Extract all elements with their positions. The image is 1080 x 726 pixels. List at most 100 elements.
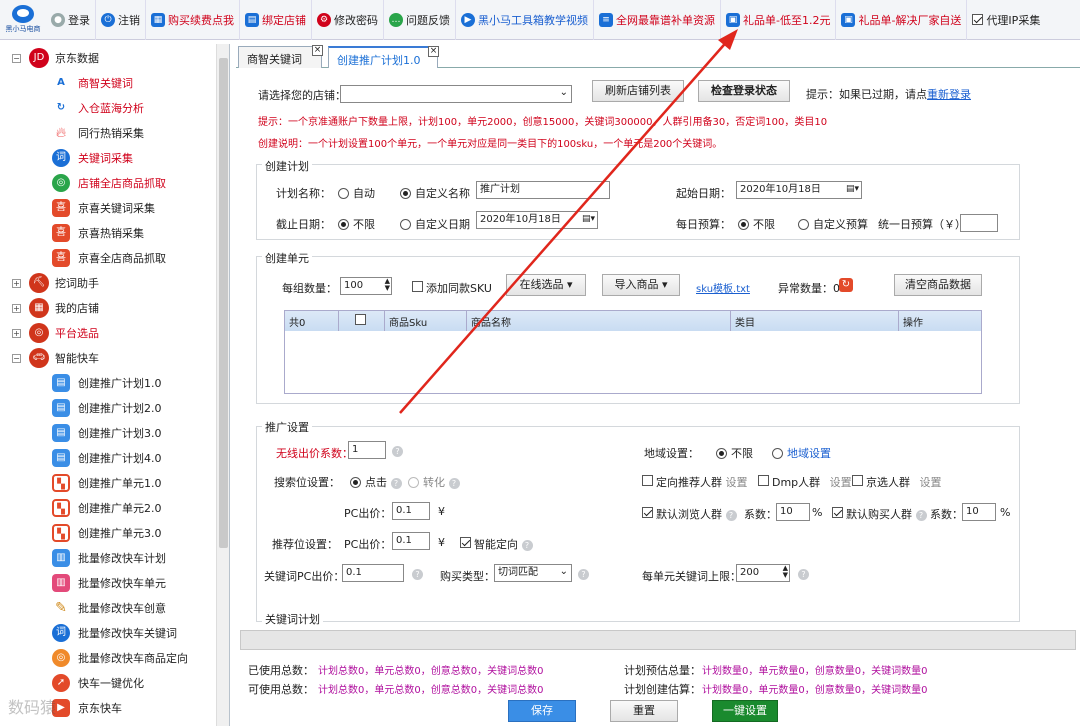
search-pc-bid-input[interactable]: 0.1 xyxy=(392,502,430,520)
kw-limit-stepper[interactable]: 200 ▲ ▼ xyxy=(736,564,790,582)
gift-factory-button[interactable]: ▣ 礼品单-解决厂家自送 xyxy=(836,0,968,40)
sidebar-item-hot[interactable]: 🔥︎ 同行热销采集 xyxy=(52,121,144,145)
tree-group-wordmining[interactable]: + ⛏ 挖词助手 xyxy=(12,271,99,295)
default-buy-checkbox[interactable]: 默认购买人群 ? xyxy=(832,506,927,522)
expand-icon[interactable]: + xyxy=(12,328,21,338)
directed-checkbox[interactable]: 定向推荐人群 设置 xyxy=(642,474,748,490)
collapse-icon[interactable]: − xyxy=(12,53,21,63)
click-radio[interactable]: 点击 ? xyxy=(350,474,402,490)
refresh-shop-button[interactable]: 刷新店铺列表 xyxy=(592,80,684,102)
logout-button[interactable]: ⏻ 注销 xyxy=(96,0,146,40)
recommend-pc-bid-input[interactable]: 0.1 xyxy=(392,532,430,550)
sidebar-item-batch-keyword[interactable]: 词批量修改快车关键词 xyxy=(52,621,177,645)
close-icon[interactable]: × xyxy=(312,45,323,56)
help-icon[interactable]: ? xyxy=(798,569,809,580)
start-date-picker[interactable]: 2020年10月18日 ▤▾ xyxy=(736,181,862,199)
kw-pc-bid-input[interactable]: 0.1 xyxy=(342,564,404,582)
tab-create-plan[interactable]: 创建推广计划1.0 × xyxy=(328,46,439,68)
custom-date-radio[interactable]: 自定义日期 xyxy=(400,216,470,232)
buy-coef-input[interactable]: 10 xyxy=(962,503,996,521)
bind-shop-button[interactable]: ▤ 绑定店铺 xyxy=(240,0,312,40)
sidebar-item-jx-keyword[interactable]: 喜京喜关键词采集 xyxy=(52,196,155,220)
clear-data-button[interactable]: 清空商品数据 xyxy=(894,274,982,296)
sidebar-item-unit2[interactable]: ▚ 创建推广单元2.0 xyxy=(52,496,162,520)
scroll-thumb[interactable] xyxy=(219,58,228,548)
stepper-arrows-icon[interactable]: ▲ ▼ xyxy=(385,278,390,292)
sidebar-item-plan2[interactable]: ▤ 创建推广计划2.0 xyxy=(52,396,162,420)
sidebar-item-warehouse[interactable]: ↻ 入仓蓝海分析 xyxy=(52,96,144,120)
import-button[interactable]: 导入商品 ▾ xyxy=(602,274,680,296)
help-icon[interactable]: ? xyxy=(521,540,533,551)
stepper-arrows-icon[interactable]: ▲ ▼ xyxy=(783,565,788,579)
region-unlimited-radio[interactable]: 不限 xyxy=(716,445,753,461)
best-source-button[interactable]: ≡ 全网最靠谱补单资源 xyxy=(594,0,721,40)
budget-unlimited-radio[interactable]: 不限 xyxy=(738,216,775,232)
sidebar-item-shangzhi[interactable]: A 商智关键词 xyxy=(52,71,133,95)
dmp-setting-link[interactable]: 设置 xyxy=(830,476,852,489)
sidebar-item-shop-grab[interactable]: ◎ 店铺全店商品抓取 xyxy=(52,171,166,195)
sidebar-item-plan3[interactable]: ▤ 创建推广计划3.0 xyxy=(52,421,162,445)
directed-setting-link[interactable]: 设置 xyxy=(726,476,748,489)
browse-coef-input[interactable]: 10 xyxy=(776,503,810,521)
tab-shangzhi[interactable]: 商智关键词 × xyxy=(238,45,323,68)
tree-group-platform[interactable]: + ◎ 平台选品 xyxy=(12,321,99,345)
reset-button[interactable]: 重置 xyxy=(610,700,678,722)
custom-name-radio[interactable]: 自定义名称 xyxy=(400,185,470,201)
help-icon[interactable]: ? xyxy=(390,478,402,489)
help-icon[interactable]: ? xyxy=(392,446,403,457)
proxy-ip-checkbox[interactable]: 代理IP采集 xyxy=(967,0,1045,40)
sidebar-item-plan4[interactable]: ▤ 创建推广计划4.0 xyxy=(52,446,162,470)
refresh-icon[interactable]: ↻ xyxy=(839,278,853,292)
shop-select[interactable]: ⌄ xyxy=(340,85,572,103)
jx-checkbox[interactable]: 京选人群 设置 xyxy=(852,474,942,490)
tree-group-myshop[interactable]: + ▦ 我的店铺 xyxy=(12,296,99,320)
tree-group-kuaiche[interactable]: − 🚗︎ 智能快车 xyxy=(12,346,99,370)
sidebar-item-batch-creative[interactable]: ✎ 批量修改快车创意 xyxy=(52,596,166,620)
region-set-radio[interactable]: 地域设置 xyxy=(772,445,831,461)
video-button[interactable]: ▶ 黑小马工具箱教学视频 xyxy=(456,0,594,40)
online-pick-button[interactable]: 在线选品 ▾ xyxy=(506,274,586,296)
auto-radio[interactable]: 自动 xyxy=(338,185,375,201)
sku-template-link[interactable]: sku模板.txt xyxy=(696,280,750,295)
custom-budget-radio[interactable]: 自定义预算 xyxy=(798,216,868,232)
expand-icon[interactable]: + xyxy=(12,278,21,288)
smart-target-checkbox[interactable]: 智能定向 ? xyxy=(460,536,533,552)
dmp-checkbox[interactable]: Dmp人群 设置 xyxy=(758,474,852,490)
sidebar-item-optimize[interactable]: ➚ 快车一键优化 xyxy=(52,671,144,695)
help-icon[interactable]: ? xyxy=(725,510,737,521)
uniform-budget-input[interactable] xyxy=(960,214,998,232)
same-sku-checkbox[interactable]: 添加同款SKU xyxy=(412,280,492,296)
end-unlimited-radio[interactable]: 不限 xyxy=(338,216,375,232)
sidebar-scrollbar[interactable] xyxy=(216,44,229,726)
help-icon[interactable]: ? xyxy=(578,569,589,580)
sidebar-item-unit3[interactable]: ▚ 创建推广单元3.0 xyxy=(52,521,162,545)
plan-name-input[interactable]: 推广计划 xyxy=(476,181,610,199)
sidebar-item-batch-target[interactable]: ◎ 批量修改快车商品定向 xyxy=(52,646,188,670)
sidebar-item-keyword[interactable]: 词关键词采集 xyxy=(52,146,133,170)
sidebar-item-unit1[interactable]: ▚ 创建推广单元1.0 xyxy=(52,471,162,495)
help-icon[interactable]: ? xyxy=(448,478,460,489)
check-login-button[interactable]: 检查登录状态 xyxy=(698,80,790,102)
feedback-button[interactable]: … 问题反馈 xyxy=(384,0,456,40)
sidebar-item-jd-kuaiche[interactable]: ▶ 京东快车 xyxy=(52,696,122,720)
relogin-link[interactable]: 重新登录 xyxy=(927,88,971,101)
buy-type-select[interactable]: 切词匹配 ⌄ xyxy=(494,564,572,582)
count-stepper[interactable]: 100 ▲ ▼ xyxy=(340,277,392,295)
col-select[interactable] xyxy=(339,311,385,331)
collapse-icon[interactable]: − xyxy=(12,353,21,363)
change-password-button[interactable]: ⚙ 修改密码 xyxy=(312,0,384,40)
save-button[interactable]: 保存 xyxy=(508,700,576,722)
login-button[interactable]: ● 登录 xyxy=(46,0,96,40)
expand-icon[interactable]: + xyxy=(12,303,21,313)
sidebar-item-batch-unit[interactable]: ▥ 批量修改快车单元 xyxy=(52,571,166,595)
sidebar-item-plan1[interactable]: ▤ 创建推广计划1.0 xyxy=(52,371,162,395)
tree-root-jd[interactable]: − JD 京东数据 xyxy=(12,46,99,70)
sidebar-item-jx-hot[interactable]: 喜京喜热销采集 xyxy=(52,221,144,245)
sidebar-item-batch-plan[interactable]: ▥ 批量修改快车计划 xyxy=(52,546,166,570)
convert-radio[interactable]: 转化 ? xyxy=(408,474,460,490)
end-date-picker[interactable]: 2020年10月18日 ▤▾ xyxy=(476,211,598,229)
gift-cheap-button[interactable]: ▣ 礼品单-低至1.2元 xyxy=(721,0,837,40)
wireless-input[interactable]: 1 xyxy=(348,441,386,459)
default-browse-checkbox[interactable]: 默认浏览人群 ? xyxy=(642,506,737,522)
help-icon[interactable]: ? xyxy=(412,569,423,580)
